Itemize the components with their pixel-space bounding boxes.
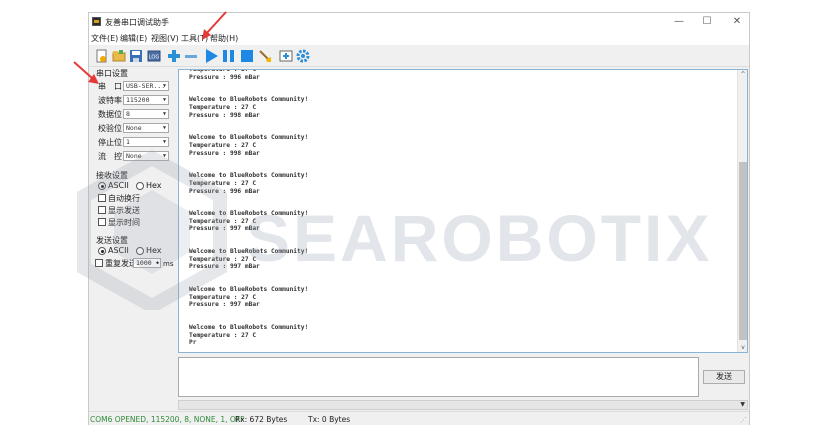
pause-icon[interactable] — [221, 48, 237, 64]
databits-label: 数据位 — [98, 110, 122, 119]
settings-panel: 串口设置 串 口 USB-SER... ▼ 波特率 115200 ▼ 数据位 8 ▼ … — [89, 67, 176, 407]
menu-view[interactable]: 视图(V) — [151, 33, 179, 44]
app-window: 友善串口调试助手 — ☐ ✕ 文件(E) 编辑(E) 视图(V) 工具(T) 帮… — [88, 12, 750, 425]
maximize-button[interactable]: ☐ — [700, 15, 714, 29]
repeat-send-checkbox[interactable] — [95, 259, 103, 267]
add-icon[interactable] — [166, 48, 182, 64]
databits-select[interactable]: 8 ▼ — [123, 109, 169, 119]
show-send-checkbox[interactable] — [98, 206, 106, 214]
chevron-down-icon: ▼ — [740, 401, 745, 408]
chevron-down-icon: ▼ — [162, 125, 166, 131]
receive-scrollbar[interactable]: ^ v — [737, 70, 747, 352]
auto-wrap-label: 自动换行 — [108, 194, 140, 203]
settings-icon[interactable] — [295, 48, 311, 64]
send-hex-radio[interactable] — [136, 247, 144, 255]
svg-text:LOG: LOG — [149, 55, 160, 61]
databits-value: 8 — [126, 110, 130, 118]
status-bar: COM6 OPENED, 115200, 8, NONE, 1, OFF Rx:… — [89, 411, 749, 425]
send-ascii-label: ASCII — [108, 246, 129, 255]
menu-tools[interactable]: 工具(T) — [181, 33, 208, 44]
new-icon[interactable] — [94, 48, 110, 64]
port-settings-title: 串口设置 — [96, 69, 128, 78]
chevron-down-icon: ▼ — [162, 153, 166, 159]
receive-settings-title: 接收设置 — [96, 171, 128, 180]
chevron-down-icon: ▼ — [162, 111, 166, 117]
remove-icon[interactable] — [183, 48, 199, 64]
play-icon[interactable] — [203, 48, 219, 64]
show-send-label: 显示发送 — [108, 206, 140, 215]
clear-icon[interactable] — [257, 48, 273, 64]
send-history-select[interactable]: ▼ — [178, 400, 748, 410]
port-value: USB-SER... — [126, 82, 166, 90]
save-icon[interactable] — [128, 48, 144, 64]
open-icon[interactable] — [111, 48, 127, 64]
interval-spinbox[interactable]: 1000 ◆ — [133, 258, 161, 268]
show-time-checkbox[interactable] — [98, 218, 106, 226]
auto-wrap-checkbox[interactable] — [98, 194, 106, 202]
baud-label: 波特率 — [98, 96, 122, 105]
flow-select[interactable]: None ▼ — [123, 151, 169, 161]
receive-hex-radio[interactable] — [136, 182, 144, 190]
stopbits-label: 停止位 — [98, 138, 122, 147]
minimize-button[interactable]: — — [672, 15, 686, 29]
toolbar: LOG — [89, 45, 749, 67]
send-button[interactable]: 发送 — [703, 370, 745, 384]
close-button[interactable]: ✕ — [730, 15, 744, 29]
send-input[interactable] — [178, 357, 699, 397]
port-status: COM6 OPENED, 115200, 8, NONE, 1, OFF — [90, 415, 245, 424]
resize-grip-icon[interactable]: ⋰ — [740, 416, 747, 424]
receive-hex-label: Hex — [146, 181, 162, 190]
stopbits-select[interactable]: 1 ▼ — [123, 137, 169, 147]
scroll-up-icon[interactable]: ^ — [738, 71, 747, 78]
scroll-thumb[interactable] — [739, 162, 747, 340]
menu-help[interactable]: 帮助(H) — [210, 33, 238, 44]
log-icon[interactable]: LOG — [146, 48, 162, 64]
receive-ascii-label: ASCII — [108, 181, 129, 190]
flow-value: None — [126, 152, 142, 160]
baud-value: 115200 — [126, 96, 150, 104]
spin-arrows-icon[interactable]: ◆ — [156, 259, 159, 267]
menu-file[interactable]: 文件(E) — [91, 33, 118, 44]
send-settings-title: 发送设置 — [96, 236, 128, 245]
flow-label: 流 控 — [98, 152, 122, 161]
stop-icon[interactable] — [239, 48, 255, 64]
chevron-down-icon: ▼ — [162, 139, 166, 145]
receive-ascii-radio[interactable] — [98, 182, 106, 190]
menu-edit[interactable]: 编辑(E) — [120, 33, 147, 44]
window-title: 友善串口调试助手 — [105, 18, 169, 27]
receive-area[interactable]: Temperature : 27 C Pressure : 996 mBar W… — [178, 69, 748, 353]
title-bar: 友善串口调试助手 — ☐ ✕ — [89, 13, 749, 31]
parity-value: None — [126, 124, 142, 132]
stopbits-value: 1 — [126, 138, 130, 146]
chevron-down-icon: ▼ — [162, 97, 166, 103]
menu-bar: 文件(E) 编辑(E) 视图(V) 工具(T) 帮助(H) — [89, 31, 749, 45]
send-hex-label: Hex — [146, 246, 162, 255]
chevron-down-icon: ▼ — [162, 83, 166, 89]
repeat-send-label: 重复发送 — [105, 259, 133, 268]
parity-select[interactable]: None ▼ — [123, 123, 169, 133]
interval-unit: ms — [163, 260, 174, 268]
receive-text: Temperature : 27 C Pressure : 996 mBar W… — [189, 69, 309, 347]
baud-select[interactable]: 115200 ▼ — [123, 95, 169, 105]
app-icon — [92, 17, 101, 26]
add-window-icon[interactable] — [278, 48, 294, 64]
tx-count: Tx: 0 Bytes — [308, 415, 351, 424]
show-time-label: 显示时间 — [108, 218, 140, 227]
rx-count: Rx: 672 Bytes — [235, 415, 288, 424]
parity-label: 校验位 — [98, 124, 122, 133]
port-label: 串 口 — [98, 82, 122, 91]
interval-value: 1000 — [136, 259, 152, 267]
scroll-down-icon[interactable]: v — [738, 344, 747, 351]
send-ascii-radio[interactable] — [98, 247, 106, 255]
port-select[interactable]: USB-SER... ▼ — [123, 81, 169, 91]
